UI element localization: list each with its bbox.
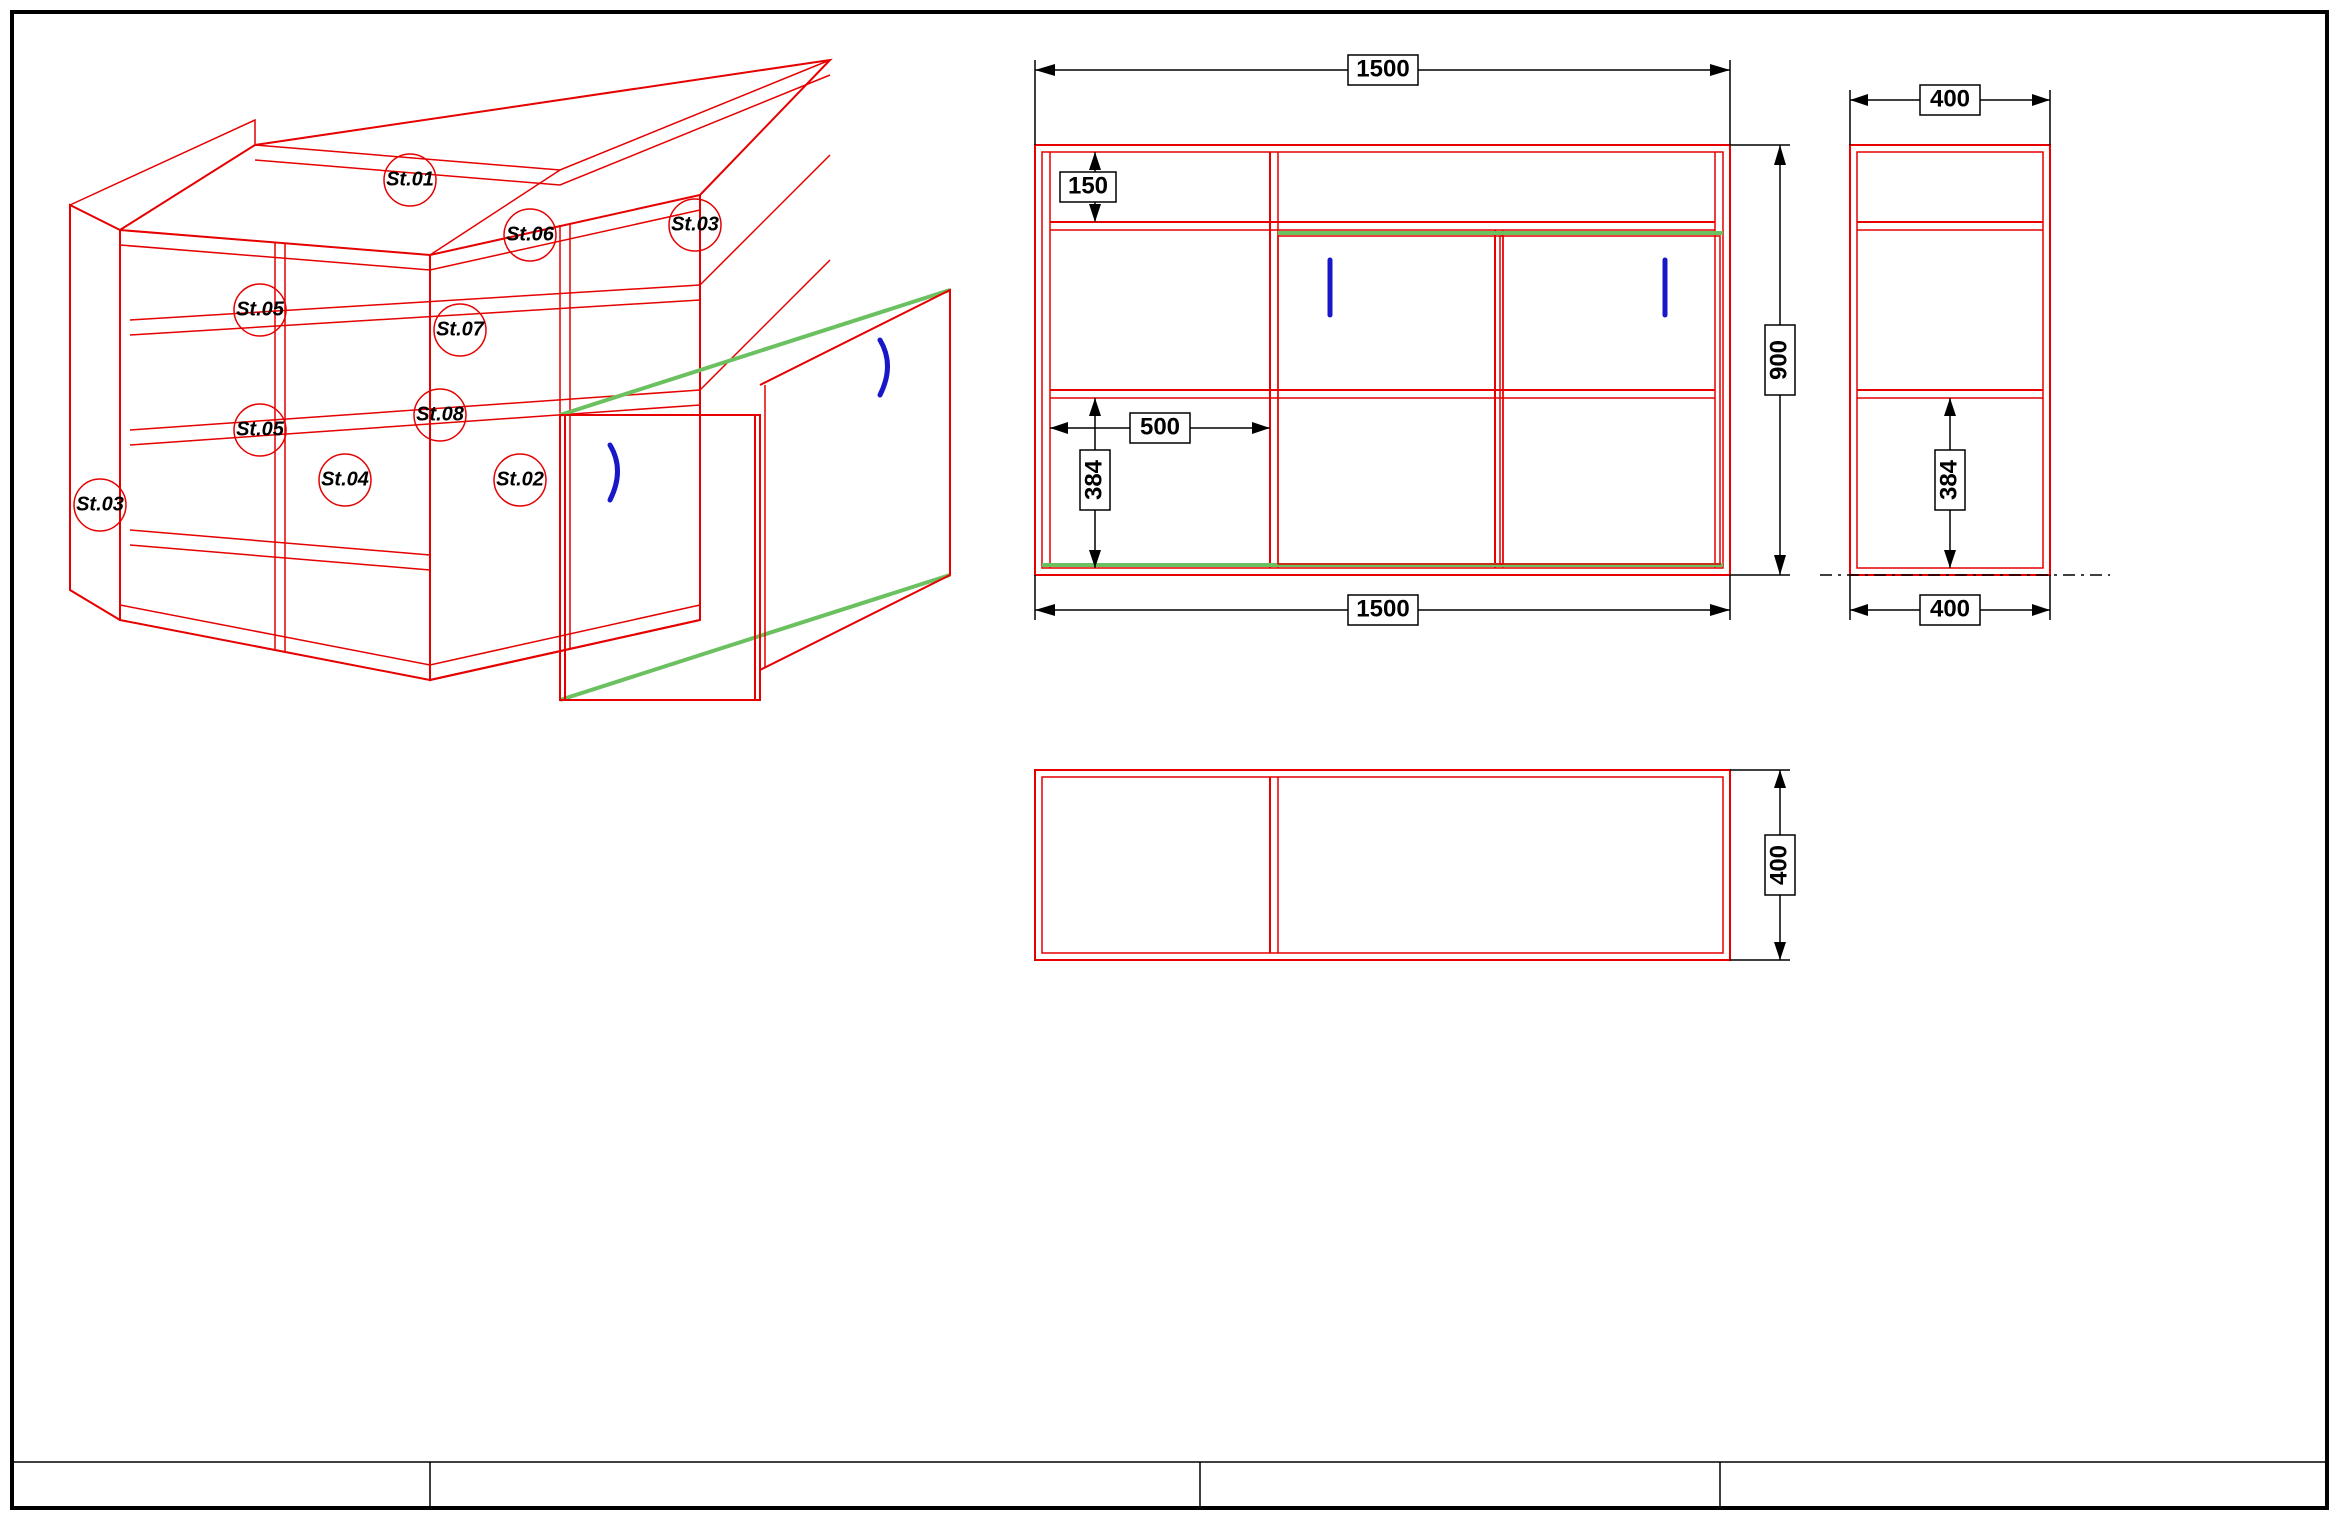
- svg-text:St.06: St.06: [506, 223, 555, 245]
- balloon-st08: St.08: [414, 389, 466, 441]
- front-view: [1035, 145, 1730, 575]
- balloon-st03-left: St.03: [74, 479, 126, 531]
- svg-text:St.01: St.01: [386, 168, 434, 190]
- dim-front-low: 384: [1080, 459, 1107, 500]
- balloon-st02: St.02: [494, 454, 546, 506]
- balloon-st05-mid: St.05: [234, 404, 286, 456]
- svg-text:St.02: St.02: [496, 468, 544, 490]
- svg-text:St.03: St.03: [76, 493, 124, 515]
- dim-front-top: 1500: [1356, 55, 1409, 82]
- svg-text:St.08: St.08: [416, 403, 465, 425]
- dim-front-bottom: 1500: [1356, 595, 1409, 622]
- iso-view: St.01 St.06 St.03 St.05 St.07 St.05 St.0…: [70, 60, 950, 700]
- front-dims: 1500 1500 900 150 500 384: [1035, 55, 1795, 625]
- dim-side-top: 400: [1930, 85, 1970, 112]
- svg-text:St.05: St.05: [236, 298, 285, 320]
- balloon-st07: St.07: [434, 304, 486, 356]
- dim-top-height: 400: [1765, 845, 1792, 885]
- balloon-st06: St.06: [504, 209, 556, 261]
- svg-text:St.07: St.07: [436, 318, 485, 340]
- dim-side-bottom: 400: [1930, 595, 1970, 622]
- dim-front-shelf: 150: [1068, 172, 1108, 199]
- svg-text:St.05: St.05: [236, 418, 285, 440]
- sheet-border: [12, 12, 2327, 1508]
- drawing-sheet: St.01 St.06 St.03 St.05 St.07 St.05 St.0…: [0, 0, 2339, 1520]
- balloon-st05-top: St.05: [234, 284, 286, 336]
- side-dims: 400 400 384: [1850, 85, 2050, 625]
- svg-text:St.03: St.03: [671, 213, 719, 235]
- balloon-st01: St.01: [384, 154, 436, 206]
- top-view: [1035, 770, 1730, 960]
- dim-front-height: 900: [1765, 340, 1792, 380]
- balloon-st04: St.04: [319, 454, 371, 506]
- dim-side-low: 384: [1935, 459, 1962, 500]
- top-dims: 400: [1730, 770, 1795, 960]
- balloon-st03-right: St.03: [669, 199, 721, 251]
- svg-text:St.04: St.04: [321, 468, 369, 490]
- dim-front-col: 500: [1140, 413, 1180, 440]
